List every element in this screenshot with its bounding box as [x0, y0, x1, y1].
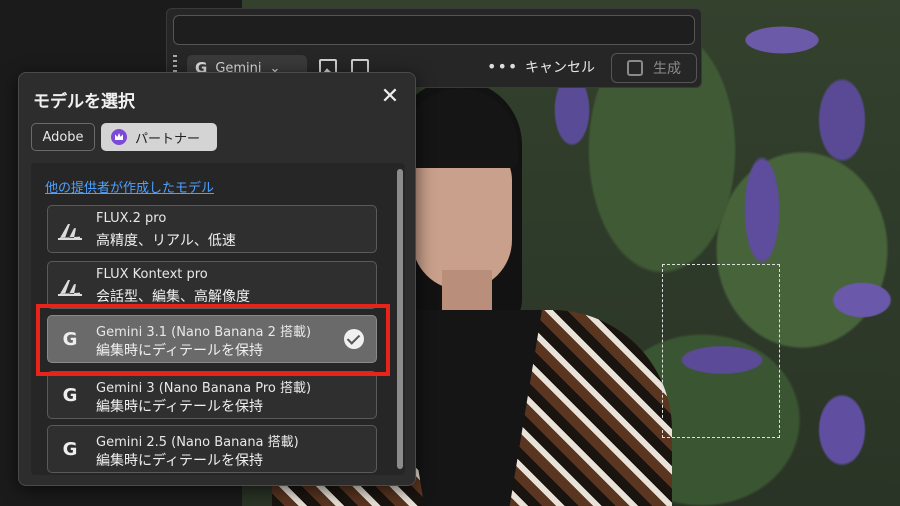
tab-adobe[interactable]: Adobe	[31, 123, 95, 151]
tab-adobe-label: Adobe	[42, 129, 84, 145]
more-options-button[interactable]: •••	[487, 55, 517, 81]
google-icon: G	[62, 385, 78, 406]
model-desc: 編集時にディテールを保持	[96, 453, 264, 469]
model-item-gemini-3[interactable]: G Gemini 3 (Nano Banana Pro 搭載) 編集時にディテー…	[47, 371, 377, 419]
model-name: FLUX.2 pro	[96, 211, 167, 226]
scrollbar[interactable]	[397, 169, 403, 469]
other-providers-link[interactable]: 他の提供者が作成したモデル	[45, 177, 214, 196]
generate-button[interactable]: 生成	[611, 53, 697, 83]
generate-label: 生成	[653, 61, 681, 77]
cancel-button[interactable]: キャンセル	[525, 55, 595, 81]
generate-icon	[627, 60, 643, 76]
model-item-gemini-2-5[interactable]: G Gemini 2.5 (Nano Banana 搭載) 編集時にディテールを…	[47, 425, 377, 473]
dialog-title: モデルを選択	[33, 92, 135, 112]
model-name: Gemini 3 (Nano Banana Pro 搭載)	[96, 381, 312, 396]
flux-icon	[58, 220, 82, 240]
model-desc: 高精度、リアル、低速	[96, 233, 236, 249]
crown-icon	[111, 129, 127, 145]
model-desc: 会話型、編集、高解像度	[96, 289, 250, 305]
model-name: FLUX Kontext pro	[96, 267, 208, 282]
model-item-flux2-pro[interactable]: FLUX.2 pro 高精度、リアル、低速	[47, 205, 377, 253]
highlight-annotation	[36, 304, 390, 376]
model-desc: 編集時にディテールを保持	[96, 399, 264, 415]
flux-icon	[58, 276, 82, 296]
model-name: Gemini 2.5 (Nano Banana 搭載)	[96, 435, 299, 450]
model-item-flux-kontext-pro[interactable]: FLUX Kontext pro 会話型、編集、高解像度	[47, 261, 377, 309]
tab-partner-label: パートナー	[135, 131, 201, 147]
tab-partner[interactable]: パートナー	[101, 123, 217, 151]
google-icon: G	[62, 439, 78, 460]
close-icon[interactable]: ✕	[379, 86, 401, 109]
model-select-dialog: モデルを選択 ✕ Adobe パートナー 他の提供者が作成したモデル FLUX.…	[18, 72, 416, 486]
prompt-input[interactable]	[173, 15, 695, 45]
selection-marquee[interactable]	[662, 264, 780, 438]
